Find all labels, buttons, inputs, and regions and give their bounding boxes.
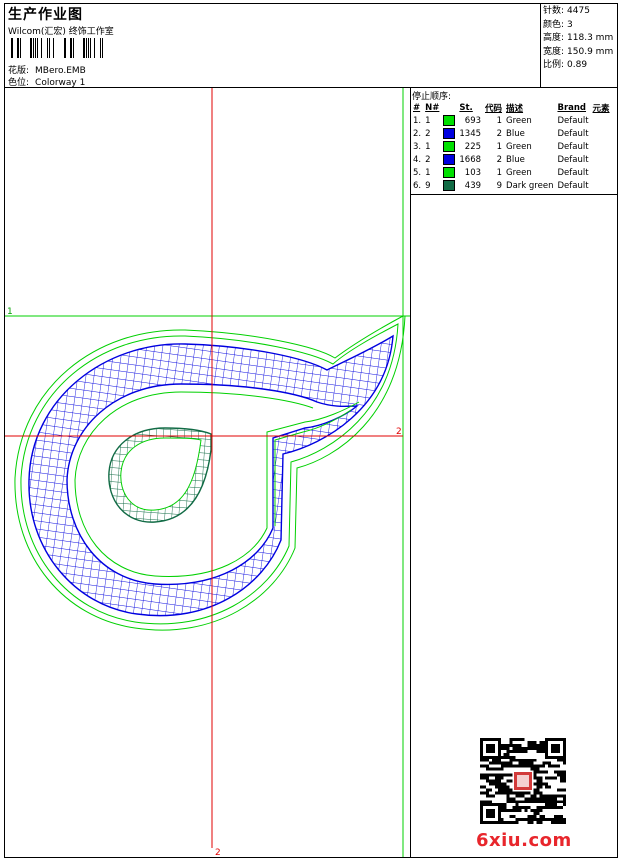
guide-label-bottom: 2 xyxy=(215,848,221,857)
col-elem: 元素 xyxy=(592,103,610,114)
stop-index: 1. xyxy=(413,115,422,126)
stop-code: 1 xyxy=(496,115,503,126)
stop-stitches: 1345 xyxy=(459,128,482,139)
col-num: # xyxy=(413,102,421,113)
stop-stitches: 225 xyxy=(464,141,482,152)
watermark-logo: 6xiu.com xyxy=(476,830,572,851)
stop-desc: Dark green xyxy=(506,180,554,191)
col-n: N# xyxy=(425,102,440,113)
stop-needle: 9 xyxy=(425,180,431,191)
stop-index: 6. xyxy=(413,180,422,191)
stop-sequence-table: # N# St. 代码 描述 Brand 元素 1. 1 693 1 Green Defa… xyxy=(411,101,612,192)
barcode-icon xyxy=(11,38,103,58)
stop-brand: Default xyxy=(557,141,589,152)
colorway-label: 色位: xyxy=(8,78,30,88)
stop-element xyxy=(591,153,612,166)
stop-code: 2 xyxy=(496,128,503,139)
stop-index: 4. xyxy=(413,154,422,165)
stop-element xyxy=(591,140,612,153)
stop-element xyxy=(591,166,612,179)
colorway-value: Colorway 1 xyxy=(35,78,86,88)
guide-label-right: 2 xyxy=(396,427,402,437)
stats-divider xyxy=(540,3,541,88)
stop-desc: Blue xyxy=(506,154,525,165)
stop-row: 2. 2 1345 2 Blue Default xyxy=(411,127,612,140)
stop-brand: Default xyxy=(557,128,589,139)
stop-index: 3. xyxy=(413,141,422,152)
stop-code: 2 xyxy=(496,154,503,165)
stop-stitches: 1668 xyxy=(459,154,482,165)
stop-brand: Default xyxy=(557,115,589,126)
stop-stitches: 693 xyxy=(464,115,482,126)
stop-desc: Blue xyxy=(506,128,525,139)
color-swatch-icon xyxy=(443,115,456,126)
stop-row: 3. 1 225 1 Green Default xyxy=(411,140,612,153)
color-swatch-icon xyxy=(443,180,456,191)
guide-label-left: 1 xyxy=(7,307,13,317)
col-desc: 描述 xyxy=(506,103,524,114)
stop-stitches: 103 xyxy=(464,167,482,178)
stop-index: 2. xyxy=(413,128,422,139)
design-canvas[interactable]: 1 2 2 xyxy=(5,88,410,857)
stop-element xyxy=(591,179,612,192)
col-code: 代码 xyxy=(485,103,503,114)
stop-brand: Default xyxy=(557,154,589,165)
stats-list: 针数: 4475 颜色: 3 高度: 118.3 mm 宽度: 150.9 mm 比例:… xyxy=(543,5,613,73)
stat-height: 高度: 118.3 mm xyxy=(543,33,614,43)
color-swatch-icon xyxy=(443,128,456,139)
col-st: St. xyxy=(459,102,473,113)
stop-code: 1 xyxy=(496,141,503,152)
design-blue-swoosh xyxy=(28,334,394,617)
stat-stitches: 针数: 4475 xyxy=(543,6,590,16)
company-subtitle: Wilcom(汇宏) 终饰工作室 xyxy=(8,27,114,37)
panel-table-bottom xyxy=(410,194,618,195)
stop-needle: 2 xyxy=(425,154,431,165)
stat-colors: 颜色: 3 xyxy=(543,19,573,30)
stop-desc: Green xyxy=(506,141,532,152)
stat-width: 宽度: 150.9 mm xyxy=(543,46,614,57)
color-swatch-icon xyxy=(443,141,456,152)
qr-code-icon xyxy=(480,738,566,824)
stop-row: 6. 9 439 9 Dark green Default xyxy=(411,179,612,192)
stop-code: 1 xyxy=(496,167,503,178)
col-swatch xyxy=(441,101,457,114)
stop-row: 1. 1 693 1 Green Default xyxy=(411,114,612,127)
stop-brand: Default xyxy=(557,167,589,178)
design-dark-green-drop xyxy=(108,427,212,523)
stop-needle: 1 xyxy=(425,115,431,126)
page-title: 生产作业图 xyxy=(8,7,83,23)
stat-scale: 比例: 0.89 xyxy=(543,60,588,70)
color-swatch-icon xyxy=(443,154,456,165)
stop-desc: Green xyxy=(506,167,532,178)
color-swatch-icon xyxy=(443,167,456,178)
stop-row: 5. 1 103 1 Green Default xyxy=(411,166,612,179)
stop-element xyxy=(591,127,612,140)
stop-needle: 1 xyxy=(425,141,431,152)
stop-brand: Default xyxy=(557,180,589,191)
panel-divider xyxy=(410,88,411,858)
stop-index: 5. xyxy=(413,167,422,178)
stop-element xyxy=(591,114,612,127)
stop-needle: 1 xyxy=(425,167,431,178)
stop-row: 4. 2 1668 2 Blue Default xyxy=(411,153,612,166)
stop-stitches: 439 xyxy=(464,180,482,191)
col-brand: Brand xyxy=(557,102,587,113)
stop-needle: 2 xyxy=(425,128,431,139)
stop-desc: Green xyxy=(506,115,532,126)
colorway-row: 色位: Colorway 1 xyxy=(8,75,85,88)
stop-code: 9 xyxy=(496,180,503,191)
